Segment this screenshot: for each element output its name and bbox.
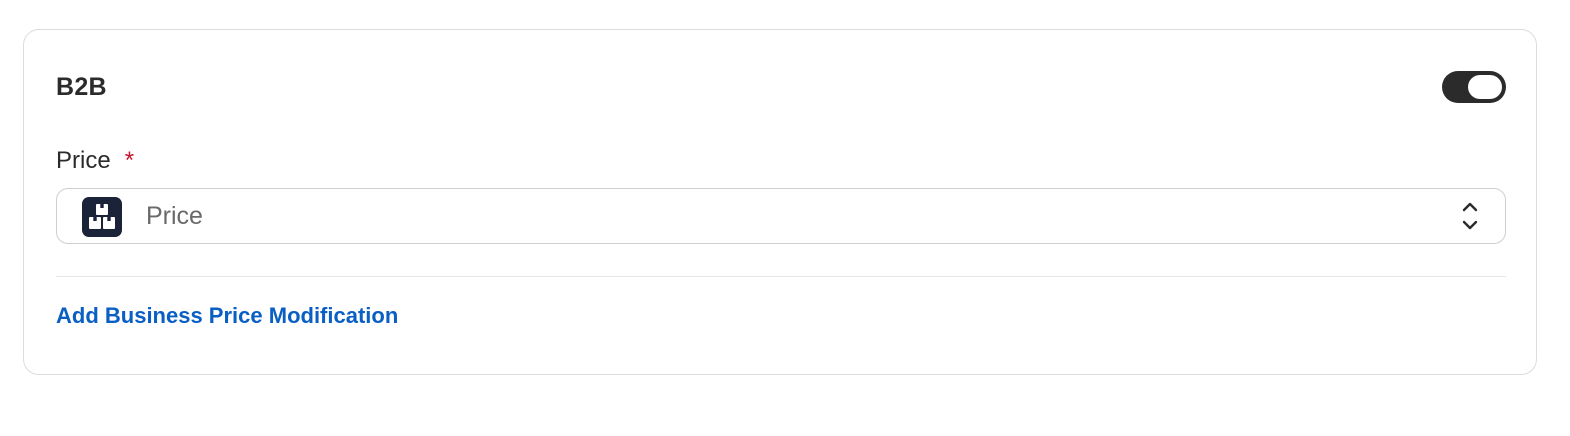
card-title: B2B [56, 73, 107, 101]
card-header: B2B [56, 70, 1506, 104]
price-field-label: Price * [56, 146, 134, 176]
required-marker: * [124, 147, 135, 174]
price-select[interactable]: Price [56, 188, 1506, 244]
price-label-text: Price [56, 147, 111, 174]
b2b-card: B2B Price * Price Add Business Price Mod… [23, 29, 1537, 375]
boxes-icon [82, 197, 122, 237]
chevron-up-down-icon [1461, 200, 1479, 232]
divider [56, 276, 1506, 277]
toggle-knob [1468, 75, 1502, 99]
b2b-toggle[interactable] [1442, 71, 1506, 103]
price-select-value: Price [146, 202, 203, 230]
add-business-price-modification-link[interactable]: Add Business Price Modification [56, 301, 398, 331]
